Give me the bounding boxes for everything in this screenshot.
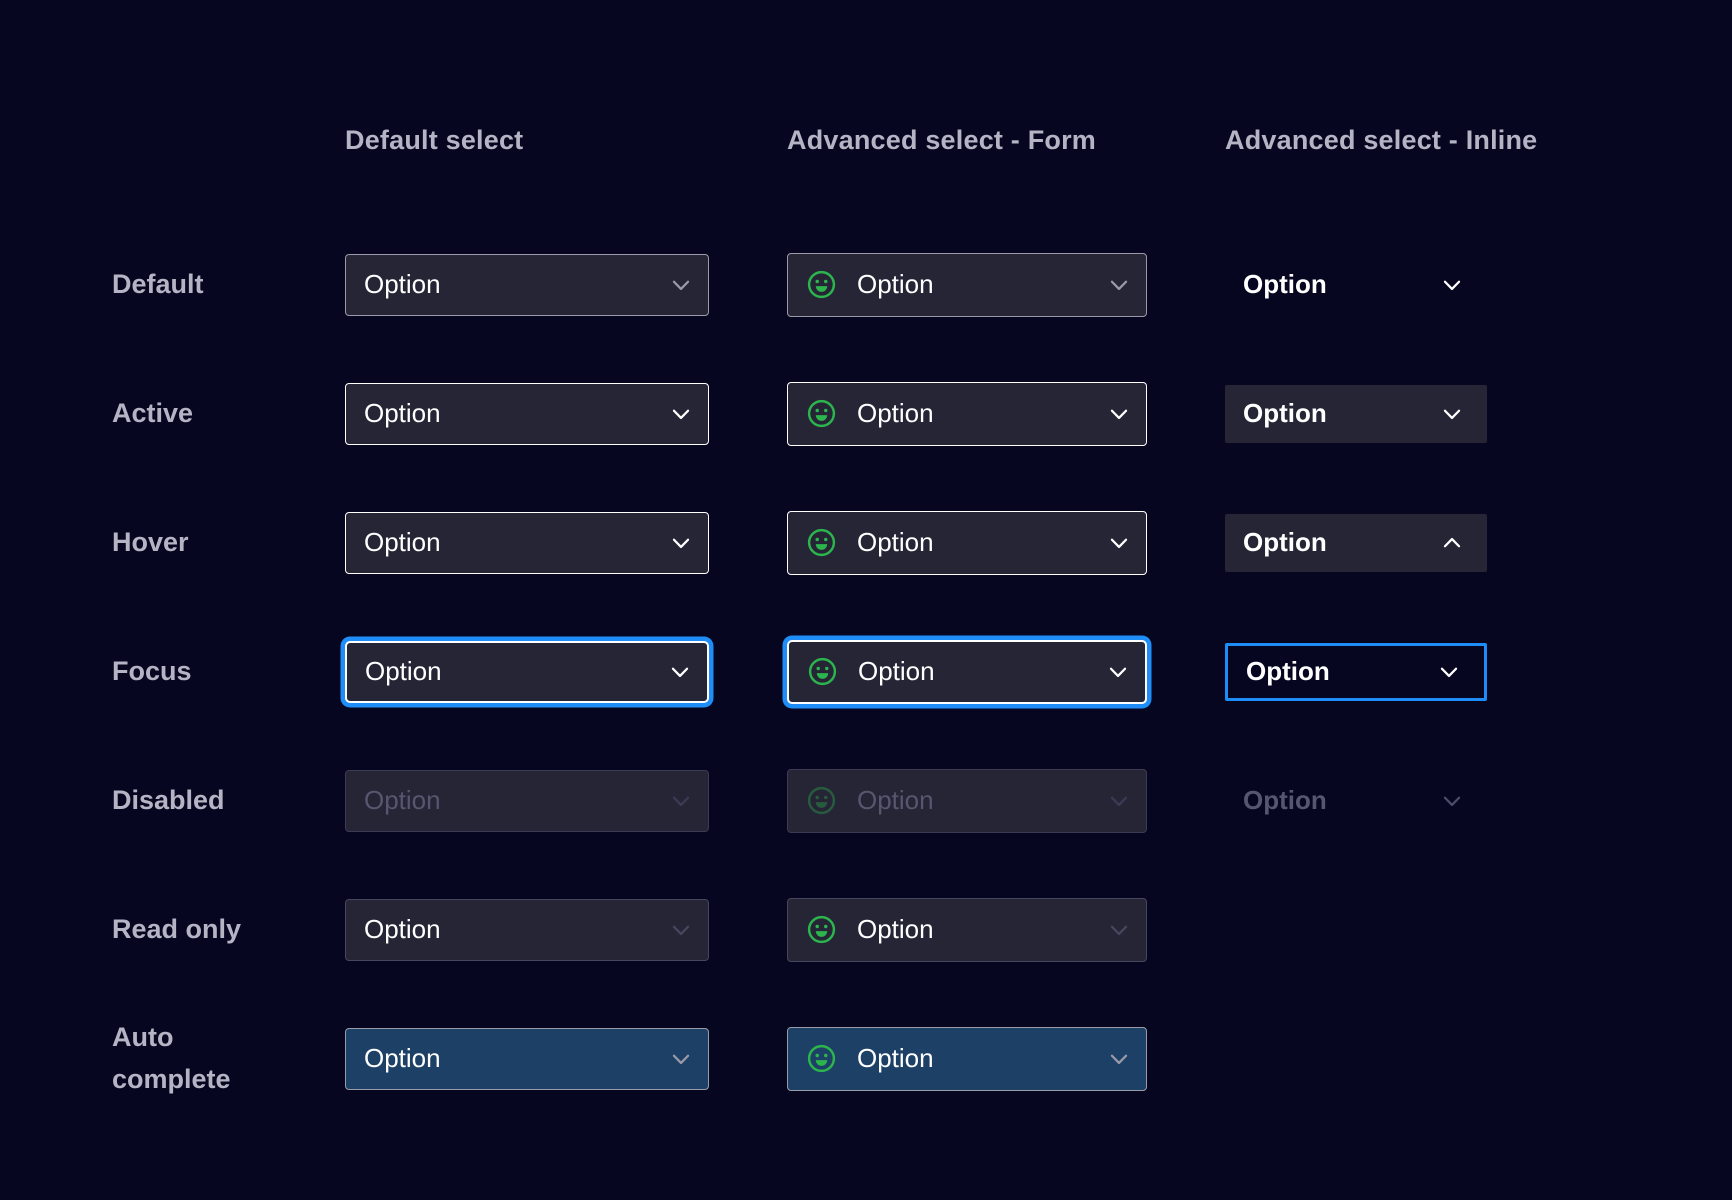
chevron-down-icon xyxy=(1106,788,1132,814)
row-label-default: Default xyxy=(112,264,267,306)
selected-option-label: Option xyxy=(364,398,668,429)
smiley-face-icon xyxy=(806,785,837,816)
default-select-active-state[interactable]: Option xyxy=(345,383,709,445)
selected-option-label: Option xyxy=(1243,398,1439,429)
advanced-inline-select-active-state[interactable]: Option xyxy=(1225,385,1487,443)
chevron-down-icon xyxy=(1106,917,1132,943)
chevron-down-icon xyxy=(1106,1046,1132,1072)
advanced-inline-select-focus-state[interactable]: Option xyxy=(1225,643,1487,701)
row-label-read-only: Read only xyxy=(112,909,267,951)
chevron-down-icon xyxy=(1439,401,1465,427)
chevron-down-icon xyxy=(668,917,694,943)
chevron-down-icon xyxy=(668,272,694,298)
chevron-up-icon xyxy=(1439,530,1465,556)
column-header-advanced-select-form: Advanced select - Form xyxy=(787,125,1147,156)
selected-option-label: Option xyxy=(364,527,668,558)
selected-option-label: Option xyxy=(1243,269,1439,300)
selected-option-label: Option xyxy=(365,656,667,687)
selected-option-label: Option xyxy=(364,1043,668,1074)
selected-option-label: Option xyxy=(857,398,1106,429)
row-label-disabled: Disabled xyxy=(112,780,267,822)
selected-option-label: Option xyxy=(364,914,668,945)
chevron-down-icon xyxy=(1105,659,1131,685)
chevron-down-icon xyxy=(1439,272,1465,298)
smiley-face-icon xyxy=(806,398,837,429)
advanced-form-select-disabled-state: Option xyxy=(787,769,1147,833)
default-select-default-state[interactable]: Option xyxy=(345,254,709,316)
row-label-focus: Focus xyxy=(112,651,267,693)
advanced-form-select-read-only-state[interactable]: Option xyxy=(787,898,1147,962)
chevron-down-icon xyxy=(667,659,693,685)
advanced-inline-select-hover-state[interactable]: Option xyxy=(1225,514,1487,572)
column-header-default-select: Default select xyxy=(345,125,709,156)
default-select-read-only-state[interactable]: Option xyxy=(345,899,709,961)
row-label-auto-complete: Auto complete xyxy=(112,1017,267,1101)
header-spacer xyxy=(112,60,267,220)
row-label-active: Active xyxy=(112,393,267,435)
smiley-face-icon xyxy=(806,914,837,945)
default-select-focus-state[interactable]: Option xyxy=(345,641,709,703)
selected-option-label: Option xyxy=(857,914,1106,945)
default-select-hover-state[interactable]: Option xyxy=(345,512,709,574)
advanced-form-select-default-state[interactable]: Option xyxy=(787,253,1147,317)
advanced-inline-select-disabled-state: Option xyxy=(1225,772,1487,830)
chevron-down-icon xyxy=(668,1046,694,1072)
smiley-face-icon xyxy=(806,1043,837,1074)
selected-option-label: Option xyxy=(858,656,1105,687)
chevron-down-icon xyxy=(1106,401,1132,427)
smiley-face-icon xyxy=(807,656,838,687)
selected-option-label: Option xyxy=(364,269,668,300)
row-label-hover: Hover xyxy=(112,522,267,564)
chevron-down-icon xyxy=(668,401,694,427)
chevron-down-icon xyxy=(1106,530,1132,556)
column-header-advanced-select-inline: Advanced select - Inline xyxy=(1225,125,1487,156)
selected-option-label: Option xyxy=(857,269,1106,300)
chevron-down-icon xyxy=(668,788,694,814)
advanced-form-select-active-state[interactable]: Option xyxy=(787,382,1147,446)
empty-cell xyxy=(1225,994,1487,1123)
advanced-form-select-focus-state[interactable]: Option xyxy=(787,640,1147,704)
advanced-inline-select-default-state[interactable]: Option xyxy=(1225,256,1487,314)
selected-option-label: Option xyxy=(857,785,1106,816)
selected-option-label: Option xyxy=(857,1043,1106,1074)
advanced-form-select-auto-complete-state[interactable]: Option xyxy=(787,1027,1147,1091)
empty-cell xyxy=(1225,865,1487,994)
chevron-down-icon xyxy=(1436,659,1462,685)
chevron-down-icon xyxy=(1439,788,1465,814)
selected-option-label: Option xyxy=(1243,527,1439,558)
default-select-disabled-state: Option xyxy=(345,770,709,832)
selected-option-label: Option xyxy=(1243,785,1439,816)
selected-option-label: Option xyxy=(1246,656,1436,687)
chevron-down-icon xyxy=(668,530,694,556)
smiley-face-icon xyxy=(806,527,837,558)
smiley-face-icon xyxy=(806,269,837,300)
selected-option-label: Option xyxy=(857,527,1106,558)
selected-option-label: Option xyxy=(364,785,668,816)
default-select-auto-complete-state[interactable]: Option xyxy=(345,1028,709,1090)
advanced-form-select-hover-state[interactable]: Option xyxy=(787,511,1147,575)
chevron-down-icon xyxy=(1106,272,1132,298)
select-states-matrix: Default select Advanced select - Form Ad… xyxy=(0,0,1732,1123)
